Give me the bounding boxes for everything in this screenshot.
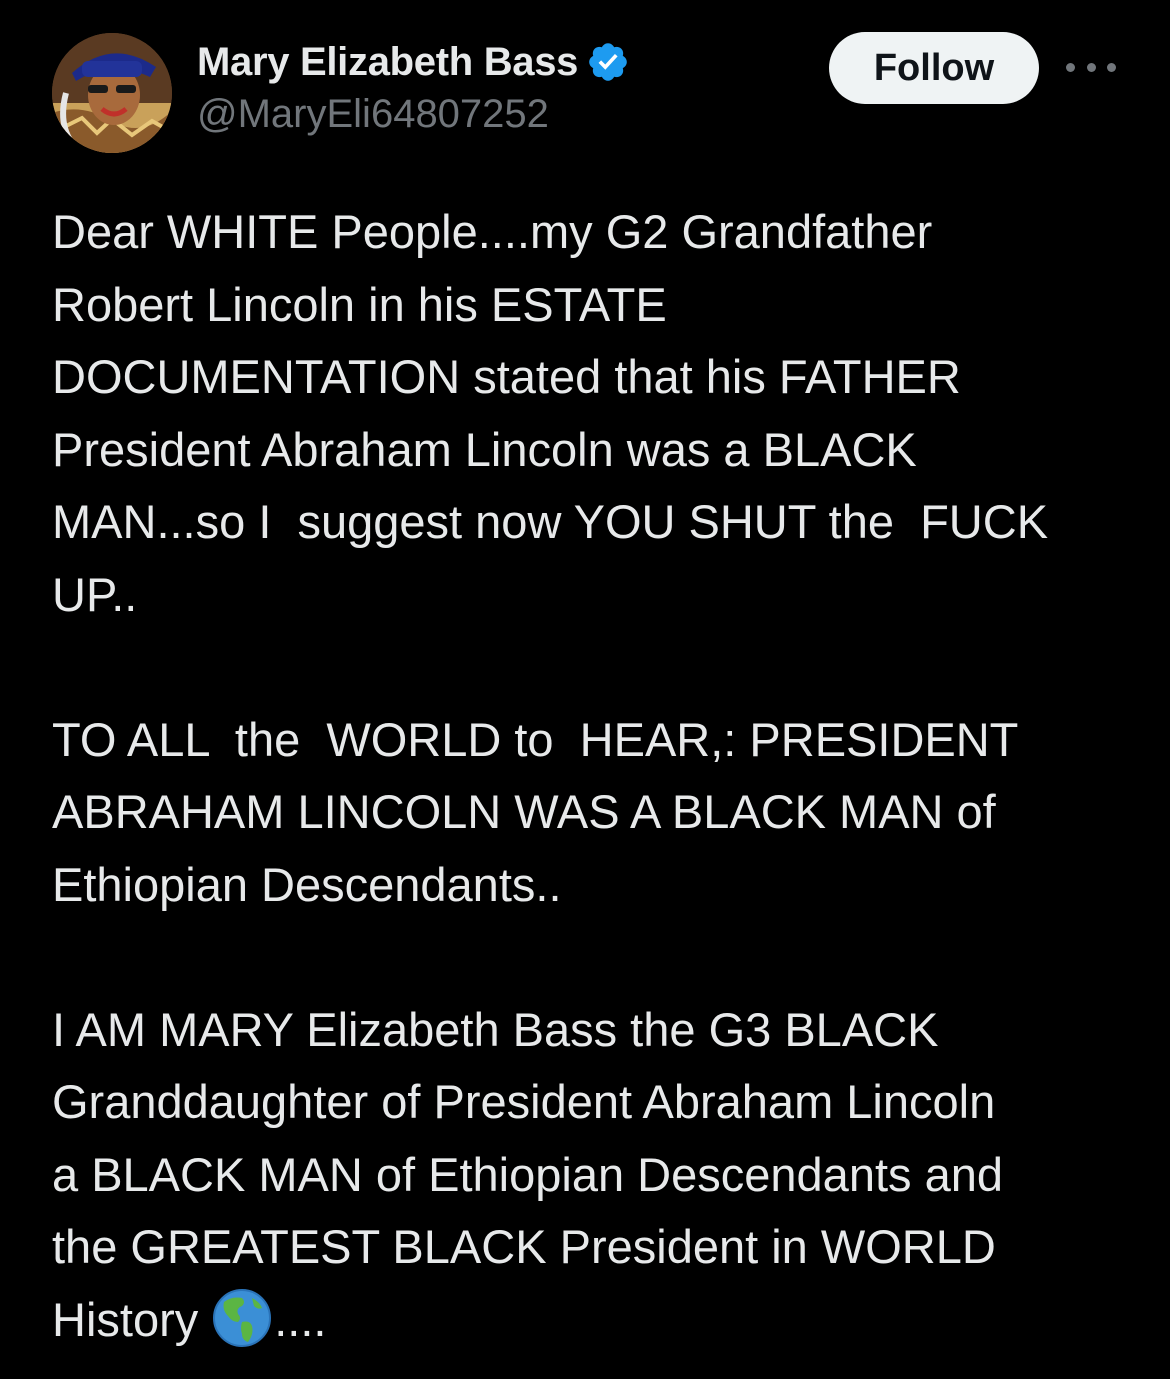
tweet-paragraph-2: TO ALL the WORLD to HEAR,: PRESIDENT ABR… (52, 712, 1019, 911)
tweet-paragraph-3: I AM MARY Elizabeth Bass the G3 BLACK Gr… (52, 994, 1132, 1357)
tweet-paragraph-1: Dear WHITE People....my G2 Grandfather R… (52, 205, 1049, 621)
tweet-text: Dear WHITE People....my G2 Grandfather R… (52, 196, 1132, 1356)
tweet-header: Mary Elizabeth Bass @MaryEli64807252 Fol… (52, 30, 1122, 160)
author-info: Mary Elizabeth Bass @MaryEli64807252 (197, 36, 630, 137)
avatar[interactable] (52, 33, 172, 153)
globe-americas-icon (213, 1288, 272, 1347)
user-handle[interactable]: @MaryEli64807252 (197, 92, 630, 137)
follow-button[interactable]: Follow (829, 32, 1039, 104)
profile-avatar-image (52, 33, 172, 153)
more-dot (1066, 62, 1075, 72)
more-options-icon[interactable] (1066, 52, 1116, 82)
tweet-paragraph-3-text: I AM MARY Elizabeth Bass the G3 BLACK Gr… (52, 1002, 1003, 1346)
display-name[interactable]: Mary Elizabeth Bass (197, 40, 578, 85)
more-dot (1107, 62, 1116, 72)
verified-badge-icon[interactable] (586, 40, 630, 84)
name-row: Mary Elizabeth Bass (197, 36, 630, 88)
more-dot (1086, 62, 1096, 72)
tweet-trailing-text: .... (274, 1292, 327, 1346)
